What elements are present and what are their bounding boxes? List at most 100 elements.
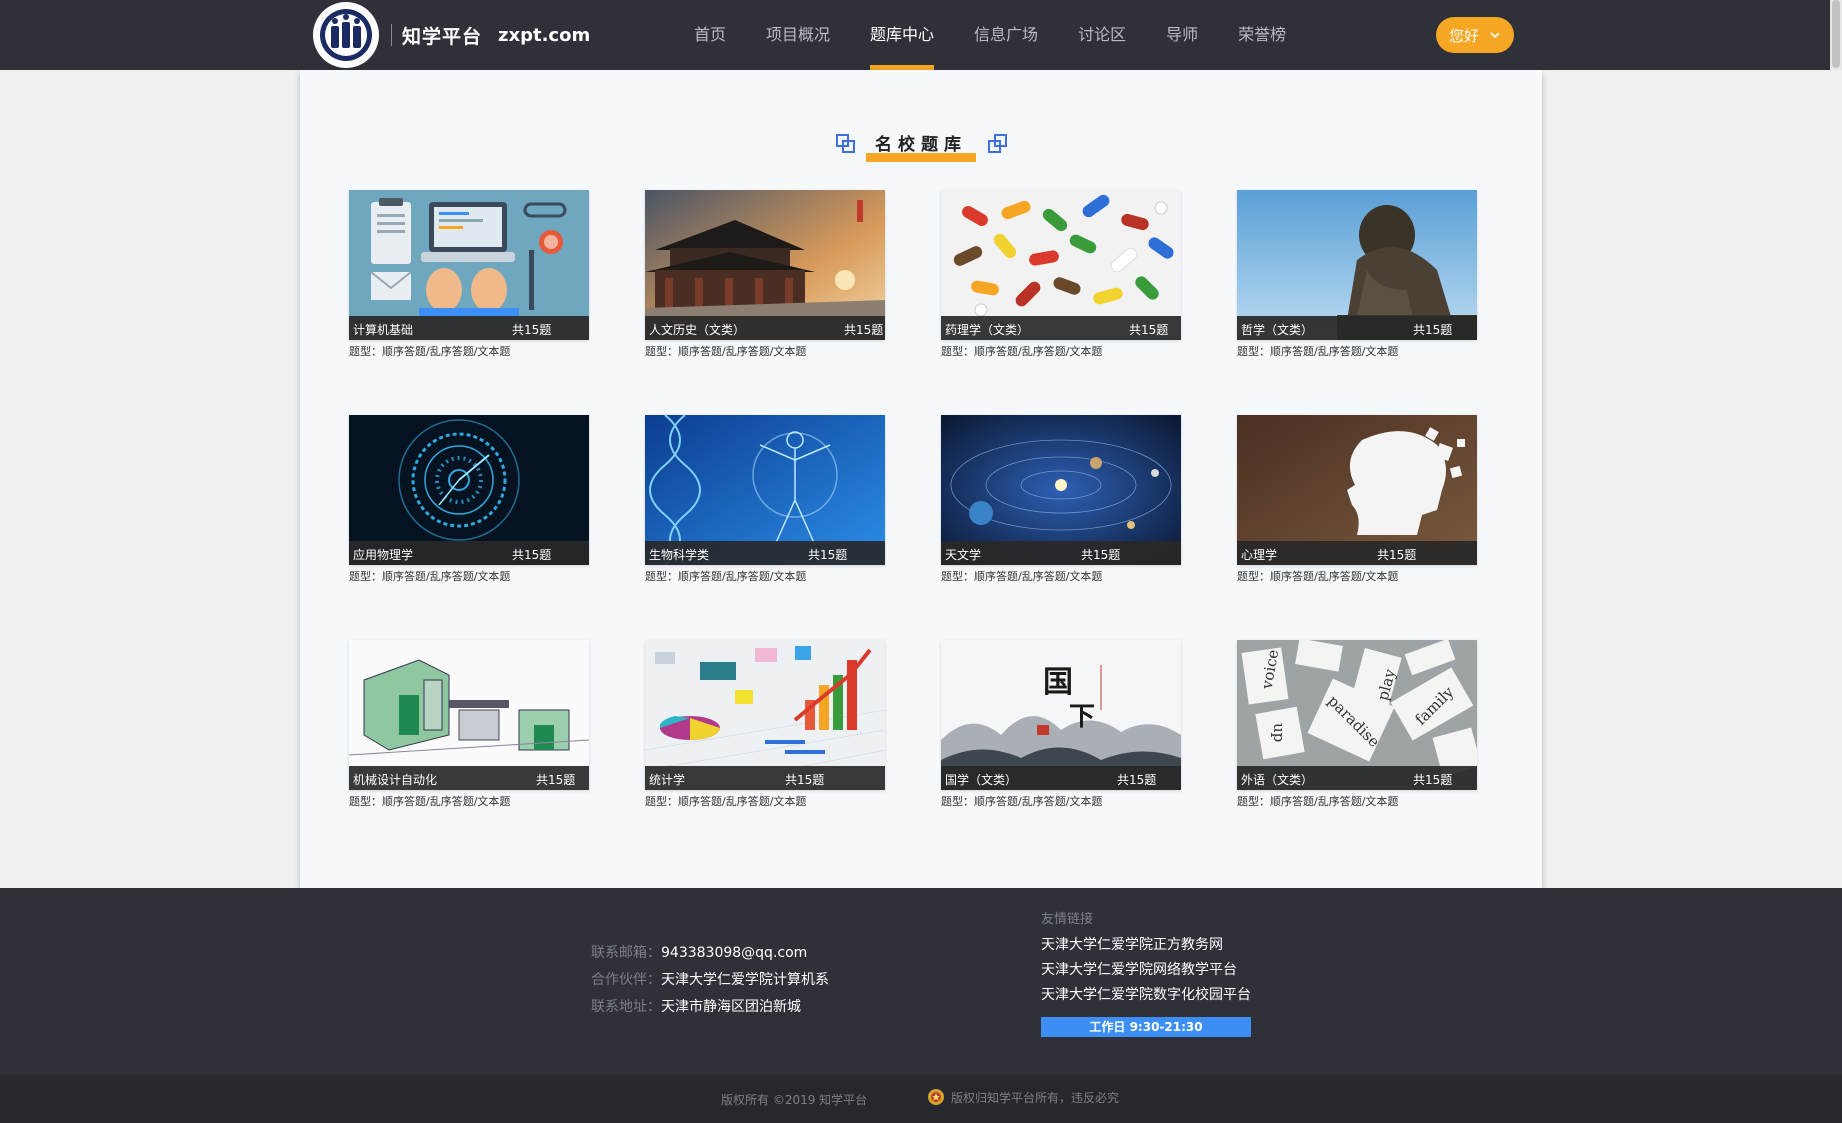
question-count: 共15题 [536, 773, 576, 787]
question-types: 题型：顺序答题/乱序答题/文本题 [645, 345, 807, 358]
course-caption: 药理学（文类） 共15题 [941, 316, 1181, 340]
nav-project-overview[interactable]: 项目概况 [766, 0, 830, 70]
course-name: 天文学 [945, 548, 982, 562]
course-thumbnail[interactable]: 药理学（文类） 共15题 [941, 190, 1181, 340]
course-thumbnail[interactable]: 应用物理学 共15题 [349, 415, 589, 565]
nav-honor-roll[interactable]: 荣誉榜 [1238, 0, 1286, 70]
question-count: 共15题 [1413, 323, 1453, 337]
question-count: 共15题 [1081, 548, 1121, 562]
course-name: 外语（文类） [1241, 773, 1314, 787]
course-caption: 计算机基础 共15题 [349, 316, 589, 340]
course-card[interactable]: 天文学 共15题 题型：顺序答题/乱序答题/文本题 [941, 415, 1181, 584]
question-count: 共15题 [512, 548, 552, 562]
link-online-teaching[interactable]: 天津大学仁爱学院网络教学平台 [1041, 958, 1251, 983]
scrollbar-thumb[interactable] [1832, 0, 1840, 68]
site-name: 知学平台 [402, 25, 483, 48]
link-academic-affairs[interactable]: 天津大学仁爱学院正方教务网 [1041, 933, 1251, 958]
course-caption: 国学（文类） 共15题 [941, 766, 1181, 790]
course-card[interactable]: 机械设计自动化 共15题 题型：顺序答题/乱序答题/文本题 [349, 640, 589, 809]
question-count: 共15题 [1413, 773, 1453, 787]
question-types: 题型：顺序答题/乱序答题/文本题 [1237, 795, 1399, 808]
question-count: 共15题 [808, 548, 848, 562]
working-hours-badge: 工作日 9:30-21:30 [1041, 1017, 1251, 1037]
question-count: 共15题 [1377, 548, 1417, 562]
chevron-down-icon [1490, 32, 1500, 39]
main-nav: 首页 项目概况 题库中心 信息广场 讨论区 导师 荣誉榜 [694, 0, 1326, 70]
question-types: 题型：顺序答题/乱序答题/文本题 [645, 570, 807, 583]
question-types: 题型：顺序答题/乱序答题/文本题 [1237, 345, 1399, 358]
course-thumbnail[interactable]: 心理学 共15题 [1237, 415, 1477, 565]
user-menu-button[interactable]: 您好 [1436, 17, 1514, 53]
course-card[interactable]: 人文历史（文类） 共15题 题型：顺序答题/乱序答题/文本题 [645, 190, 885, 359]
nav-question-bank[interactable]: 题库中心 [870, 0, 935, 70]
copyright-text: 版权所有 ©2019 知学平台 [721, 1093, 868, 1107]
contact-email: 联系邮箱：943383098@qq.com [591, 945, 808, 961]
link-digital-campus[interactable]: 天津大学仁爱学院数字化校园平台 [1041, 983, 1251, 1008]
nav-discussion[interactable]: 讨论区 [1078, 0, 1126, 70]
question-types: 题型：顺序答题/乱序答题/文本题 [645, 795, 807, 808]
course-name: 哲学（文类） [1241, 323, 1314, 337]
course-caption: 外语（文类） 共15题 [1237, 766, 1477, 790]
course-name: 生物科学类 [649, 548, 710, 562]
course-caption: 天文学 共15题 [941, 541, 1181, 565]
question-types: 题型：顺序答题/乱序答题/文本题 [349, 345, 511, 358]
course-thumbnail[interactable]: 国 下 国学（文类） 共15题 [941, 640, 1181, 790]
course-card[interactable]: 应用物理学 共15题 题型：顺序答题/乱序答题/文本题 [349, 415, 589, 584]
question-types: 题型：顺序答题/乱序答题/文本题 [349, 570, 511, 583]
question-count: 共15题 [1117, 773, 1157, 787]
course-card[interactable]: 哲学（文类） 共15题 题型：顺序答题/乱序答题/文本题 [1237, 190, 1477, 359]
nav-home[interactable]: 首页 [694, 0, 726, 70]
course-name: 人文历史（文类） [649, 323, 746, 337]
contact-address: 联系地址：天津市静海区团泊新城 [591, 999, 801, 1015]
nav-mentors[interactable]: 导师 [1166, 0, 1198, 70]
question-count: 共15题 [844, 323, 884, 337]
question-count: 共15题 [785, 773, 825, 787]
contact-partner: 合作伙伴：天津大学仁爱学院计算机系 [591, 972, 829, 988]
svg-text:国: 国 [1043, 665, 1073, 700]
svg-text:up: up [1270, 723, 1288, 742]
course-name: 统计学 [649, 773, 686, 787]
course-name: 机械设计自动化 [353, 773, 438, 787]
course-card[interactable]: 药理学（文类） 共15题 题型：顺序答题/乱序答题/文本题 [941, 190, 1181, 359]
question-count: 共15题 [512, 323, 552, 337]
course-thumbnail[interactable]: 天文学 共15题 [941, 415, 1181, 565]
course-thumbnail[interactable]: 人文历史（文类） 共15题 [645, 190, 885, 340]
top-header: 知学平台 zxpt.com 首页 项目概况 题库中心 信息广场 讨论区 导师 荣… [0, 0, 1842, 70]
friendly-links: 友情链接 天津大学仁爱学院正方教务网 天津大学仁爱学院网络教学平台 天津大学仁爱… [1041, 908, 1251, 1037]
course-card[interactable]: 计算机基础 共15题 题型：顺序答题/乱序答题/文本题 [349, 190, 589, 359]
svg-text:下: 下 [1069, 702, 1095, 732]
course-name: 应用物理学 [353, 548, 414, 562]
course-name: 药理学（文类） [945, 323, 1030, 337]
site-domain: zxpt.com [498, 24, 591, 46]
logo-divider [391, 24, 392, 46]
question-types: 题型：顺序答题/乱序答题/文本题 [941, 570, 1103, 583]
course-caption: 人文历史（文类） 共15题 [645, 316, 885, 340]
course-thumbnail[interactable]: 统计学 共15题 [645, 640, 885, 790]
nav-info-square[interactable]: 信息广场 [974, 0, 1038, 70]
squares-deco-icon [836, 134, 855, 153]
section-header: 名校题库 [300, 132, 1542, 162]
course-thumbnail[interactable]: 哲学（文类） 共15题 [1237, 190, 1477, 340]
links-title: 友情链接 [1041, 912, 1094, 927]
rights-notice: 版权归知学平台所有，违反必究 [927, 1088, 1119, 1106]
course-thumbnail[interactable]: voice play up paradise family 外语（文类） 共15… [1237, 640, 1477, 790]
course-thumbnail[interactable]: 计算机基础 共15题 [349, 190, 589, 340]
course-card[interactable]: 国 下 国学（文类） 共15题 题型：顺序答题/乱序答题/文本题 [941, 640, 1181, 809]
course-card[interactable]: voice play up paradise family 外语（文类） 共15… [1237, 640, 1477, 809]
course-card[interactable]: 生物科学类 共15题 题型：顺序答题/乱序答题/文本题 [645, 415, 885, 584]
contact-info: 联系邮箱：943383098@qq.com 合作伙伴：天津大学仁爱学院计算机系 … [591, 940, 829, 1021]
site-logo[interactable]: 知学平台 zxpt.com [313, 2, 591, 68]
course-card[interactable]: 心理学 共15题 题型：顺序答题/乱序答题/文本题 [1237, 415, 1477, 584]
course-name: 心理学 [1241, 548, 1278, 562]
course-caption: 哲学（文类） 共15题 [1237, 316, 1477, 340]
course-thumbnail[interactable]: 机械设计自动化 共15题 [349, 640, 589, 790]
course-card[interactable]: 统计学 共15题 题型：顺序答题/乱序答题/文本题 [645, 640, 885, 809]
course-caption: 机械设计自动化 共15题 [349, 766, 589, 790]
course-thumbnail[interactable]: 生物科学类 共15题 [645, 415, 885, 565]
course-name: 国学（文类） [945, 773, 1018, 787]
course-caption: 生物科学类 共15题 [645, 541, 885, 565]
course-caption: 应用物理学 共15题 [349, 541, 589, 565]
question-types: 题型：顺序答题/乱序答题/文本题 [941, 345, 1103, 358]
course-caption: 心理学 共15题 [1237, 541, 1477, 565]
site-footer: 联系邮箱：943383098@qq.com 合作伙伴：天津大学仁爱学院计算机系 … [0, 888, 1842, 1075]
